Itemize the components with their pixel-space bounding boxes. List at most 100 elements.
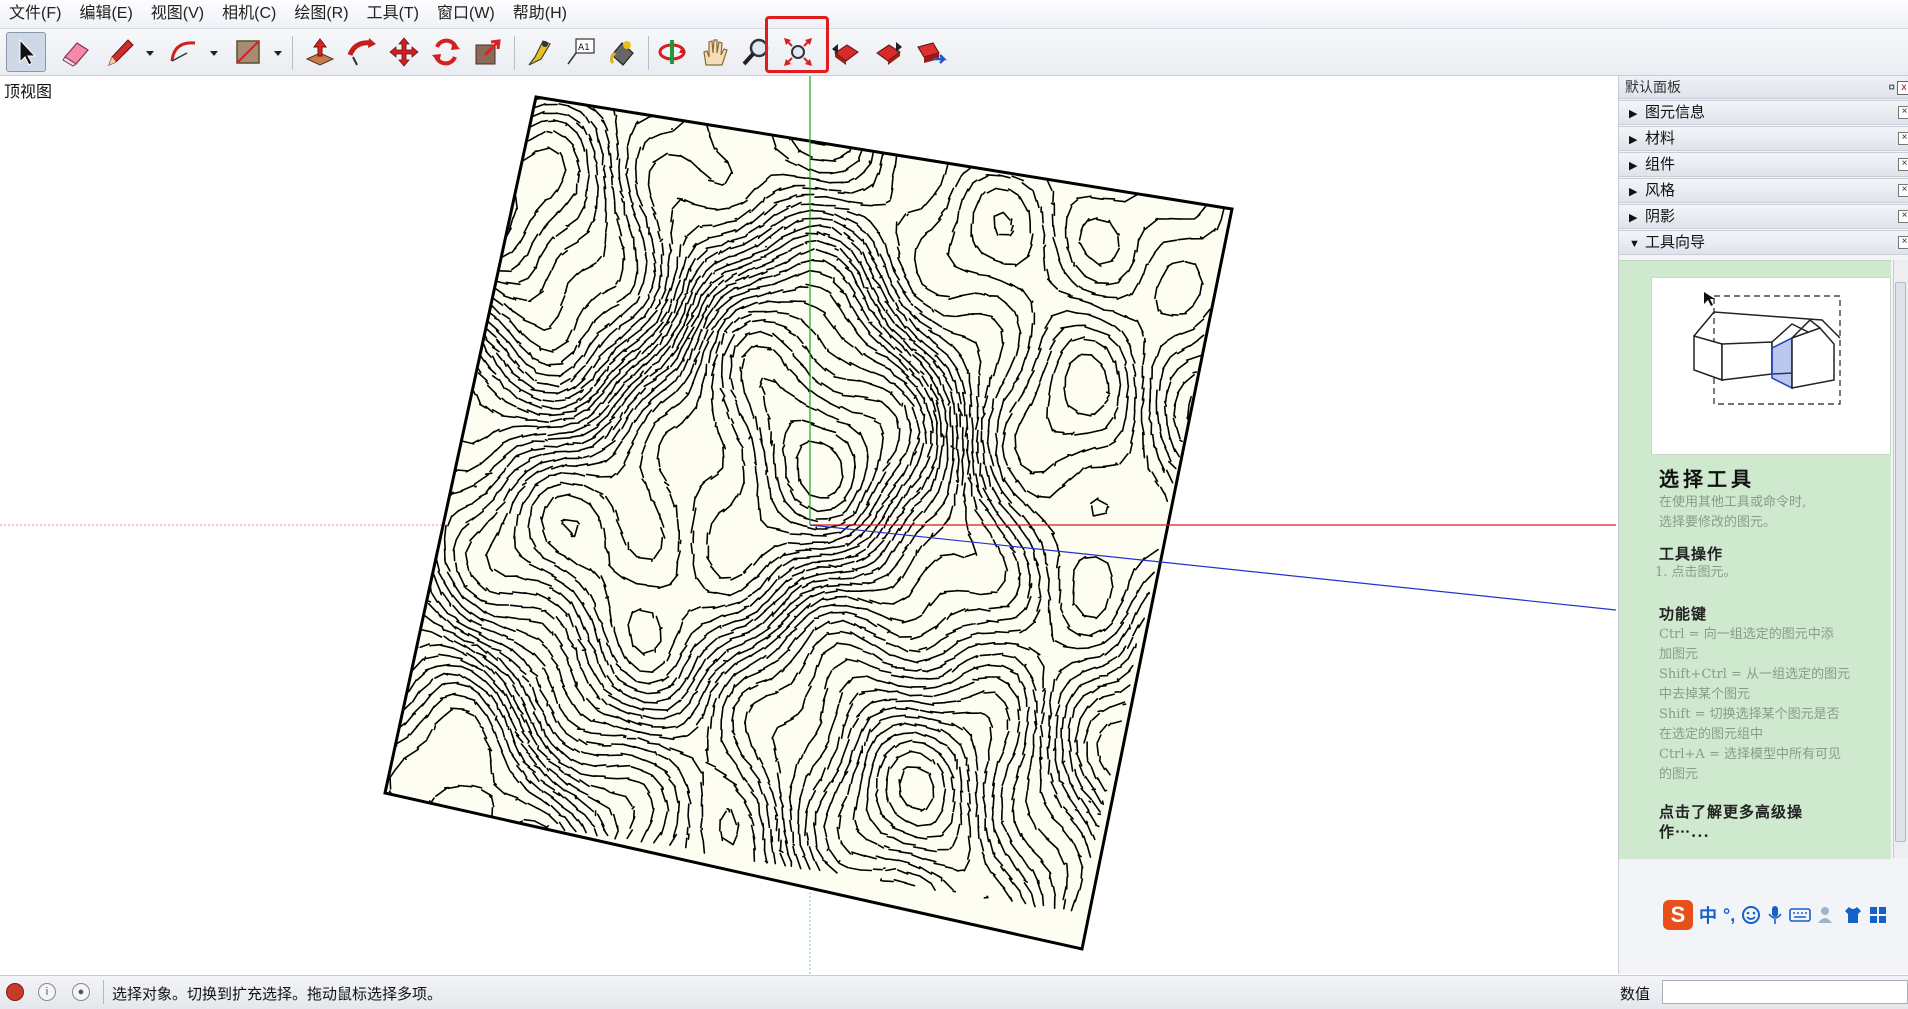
scale-tool-button[interactable] <box>468 32 508 72</box>
pan-tool-button[interactable] <box>694 32 734 72</box>
tray-close-icon[interactable]: × <box>1898 210 1908 223</box>
rectangle-tool-button[interactable] <box>228 32 268 72</box>
select-arrow-icon <box>19 38 37 66</box>
pencil-icon <box>108 39 134 66</box>
expand-arrow-icon: ▶ <box>1629 186 1638 198</box>
keyboard-icon[interactable] <box>1789 907 1812 923</box>
ime-toolbar[interactable]: S 中 °, <box>1663 900 1887 930</box>
tray-label: 工具向导 <box>1645 234 1706 251</box>
menu-bar: 文件(F) 编辑(E) 视图(V) 相机(C) 绘图(R) 工具(T) 窗口(W… <box>0 0 1908 29</box>
terrain-surface[interactable] <box>383 95 1234 951</box>
move-tool-button[interactable] <box>384 32 424 72</box>
pencil-dropdown-icon[interactable] <box>144 47 156 59</box>
tray-label: 阴影 <box>1645 208 1676 225</box>
paint-bucket-tool-button[interactable] <box>602 32 642 72</box>
modifier-keys-heading: 功能键 <box>1659 605 1708 623</box>
paint-bucket-icon <box>609 41 634 66</box>
instructor-illustration <box>1651 277 1891 455</box>
key-line: 在选定的图元组中 <box>1659 727 1764 742</box>
text-label-icon: A1 <box>567 38 595 65</box>
tool-ops-item: 1. 点击图元。 <box>1655 565 1737 580</box>
next-view-button[interactable] <box>868 32 908 72</box>
tray-close-icon[interactable]: × <box>1898 236 1908 249</box>
tray-label: 材料 <box>1645 130 1676 147</box>
move-arrows-icon <box>389 37 419 67</box>
walk-tool-button[interactable] <box>910 32 950 72</box>
push-pull-tool-button[interactable] <box>300 32 340 72</box>
model-viewport[interactable]: 顶视图 <box>0 76 1616 974</box>
tray-components[interactable]: ▶ 组件 × <box>1619 152 1908 177</box>
text-tool-button[interactable]: A1 <box>560 32 600 72</box>
key-line: 中去掉某个图元 <box>1659 687 1751 702</box>
follow-me-tool-button[interactable] <box>342 32 382 72</box>
tray-label: 组件 <box>1645 156 1676 173</box>
geo-location-icon[interactable] <box>6 983 24 1001</box>
skin-shirt-icon[interactable] <box>1843 905 1863 925</box>
key-line: Shift+Ctrl = 从一组选定的图元 <box>1659 667 1851 682</box>
house-select-icon <box>1693 292 1841 405</box>
microphone-icon[interactable] <box>1767 904 1783 926</box>
panel-close-icon[interactable]: x <box>1897 81 1908 95</box>
user-settings-icon[interactable] <box>1817 905 1837 925</box>
measurements-label: 数值 <box>1620 986 1651 1003</box>
menu-camera[interactable]: 相机(C) <box>213 0 285 28</box>
tray-close-icon[interactable]: × <box>1898 184 1908 197</box>
menu-view[interactable]: 视图(V) <box>142 0 213 28</box>
tape-measure-tool-button[interactable] <box>518 32 558 72</box>
key-line: Ctrl+A = 选择模型中所有可见 <box>1659 747 1841 762</box>
pencil-tool-button[interactable] <box>100 32 140 72</box>
instructor-scrollbar[interactable] <box>1893 260 1908 858</box>
ime-punct-label[interactable]: °, <box>1723 905 1735 926</box>
orbit-icon <box>658 40 686 64</box>
walk-view-icon <box>917 42 947 64</box>
instructor-desc-2: 选择要修改的图元。 <box>1659 515 1777 530</box>
ime-mode-label[interactable]: 中 <box>1699 902 1717 928</box>
key-line: Shift = 切换选择某个图元是否 <box>1659 707 1840 722</box>
menu-draw[interactable]: 绘图(R) <box>285 0 357 28</box>
key-line: 加图元 <box>1659 647 1699 662</box>
collapse-arrow-icon: ▼ <box>1629 238 1640 250</box>
zoom-extents-highlight <box>765 16 829 73</box>
eraser-tool-button[interactable] <box>56 32 96 72</box>
terrain-scene[interactable] <box>0 76 1616 974</box>
advanced-link-cont[interactable]: 作⋯... <box>1659 821 1710 842</box>
tray-shadows[interactable]: ▶ 阴影 × <box>1619 204 1908 229</box>
scrollbar-thumb[interactable] <box>1895 282 1906 842</box>
select-tool-button[interactable] <box>6 32 46 72</box>
main-toolbar: A1 <box>0 29 1908 76</box>
tray-close-icon[interactable]: × <box>1898 158 1908 171</box>
expand-arrow-icon: ▶ <box>1629 160 1638 172</box>
advanced-link[interactable]: 点击了解更多高级操 <box>1659 801 1803 822</box>
tray-styles[interactable]: ▶ 风格 × <box>1619 178 1908 203</box>
menu-edit[interactable]: 编辑(E) <box>70 0 141 28</box>
instructor-content: 选择工具 在使用其他工具或命令时, 选择要修改的图元。 工具操作 1. 点击图元… <box>1619 260 1891 859</box>
push-pull-icon <box>305 38 335 66</box>
arc-tool-button[interactable] <box>164 32 204 72</box>
tray-materials[interactable]: ▶ 材料 × <box>1619 126 1908 151</box>
user-account-icon[interactable]: ● <box>72 983 90 1001</box>
sogou-logo-icon[interactable]: S <box>1663 900 1693 930</box>
rectangle-dropdown-icon[interactable] <box>272 47 284 59</box>
instructor-desc-1: 在使用其他工具或命令时, <box>1659 495 1807 510</box>
credits-info-icon[interactable]: i <box>38 983 56 1001</box>
tray-close-icon[interactable]: × <box>1898 132 1908 145</box>
arc-dropdown-icon[interactable] <box>208 47 220 59</box>
menu-file[interactable]: 文件(F) <box>0 0 70 28</box>
panel-title: 默认面板 ¤ x <box>1619 76 1908 99</box>
toolbox-grid-icon[interactable] <box>1869 906 1887 924</box>
measurements-input[interactable] <box>1662 980 1908 1004</box>
orbit-tool-button[interactable] <box>652 32 692 72</box>
tape-measure-icon <box>528 40 551 66</box>
previous-view-icon <box>832 44 859 65</box>
panel-title-text: 默认面板 <box>1625 79 1681 95</box>
tray-instructor[interactable]: ▼ 工具向导 × <box>1619 230 1908 255</box>
menu-window[interactable]: 窗口(W) <box>428 0 504 28</box>
menu-help[interactable]: 帮助(H) <box>504 0 576 28</box>
pin-icon[interactable]: ¤ <box>1888 76 1895 98</box>
previous-view-button[interactable] <box>826 32 866 72</box>
tray-close-icon[interactable]: × <box>1898 106 1908 119</box>
menu-tools[interactable]: 工具(T) <box>358 0 428 28</box>
tray-entity-info[interactable]: ▶ 图元信息 × <box>1619 100 1908 125</box>
emoji-icon[interactable] <box>1741 905 1761 925</box>
rotate-tool-button[interactable] <box>426 32 466 72</box>
